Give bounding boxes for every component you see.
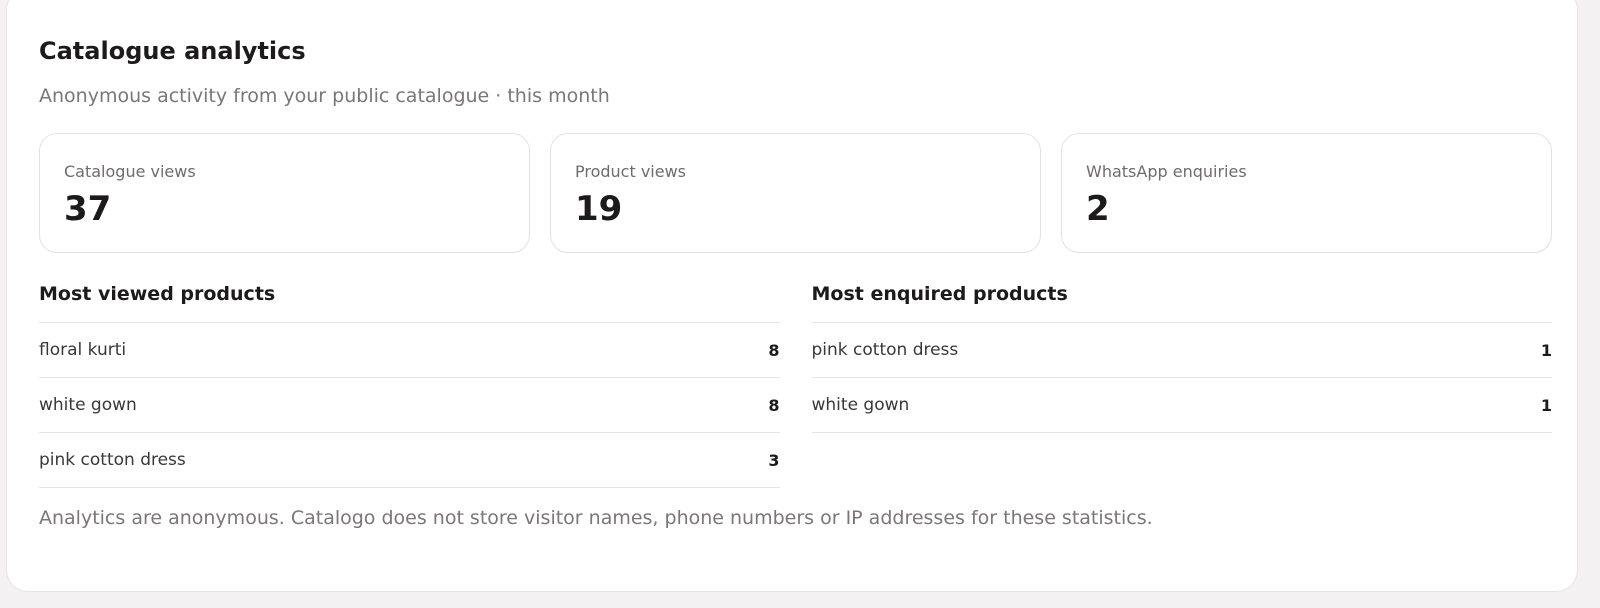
list-item: pink cotton dress 3: [39, 433, 780, 488]
product-count: 8: [768, 340, 780, 360]
stat-card-whatsapp-enquiries: WhatsApp enquiries 2: [1061, 133, 1552, 253]
list-item: floral kurti 8: [39, 323, 780, 378]
most-enquired-rows: pink cotton dress 1 white gown 1: [811, 322, 1552, 433]
stat-label: Catalogue views: [64, 162, 196, 181]
product-name: pink cotton dress: [39, 450, 186, 470]
page-subtitle: Anonymous activity from your public cata…: [39, 85, 610, 107]
product-count: 1: [1540, 340, 1552, 360]
list-item: white gown 8: [39, 378, 780, 433]
most-viewed-rows: floral kurti 8 white gown 8 pink cotton …: [39, 322, 780, 488]
stats-row: Catalogue views 37 Product views 19 What…: [39, 133, 1552, 253]
product-count: 8: [768, 395, 780, 415]
stat-card-catalogue-views: Catalogue views 37: [39, 133, 530, 253]
list-item: pink cotton dress 1: [811, 323, 1552, 378]
most-viewed-title: Most viewed products: [39, 283, 276, 305]
stat-value: 37: [64, 189, 112, 229]
product-lists: Most viewed products floral kurti 8 whit…: [39, 279, 1552, 488]
product-name: white gown: [811, 395, 910, 415]
product-name: pink cotton dress: [811, 340, 959, 360]
list-item: white gown 1: [811, 378, 1552, 433]
most-enquired-title: Most enquired products: [811, 283, 1068, 305]
stat-card-product-views: Product views 19: [550, 133, 1041, 253]
product-name: floral kurti: [39, 340, 127, 360]
most-viewed-list: Most viewed products floral kurti 8 whit…: [39, 279, 780, 488]
product-name: white gown: [39, 395, 137, 415]
stat-label: WhatsApp enquiries: [1086, 162, 1247, 181]
privacy-footnote: Analytics are anonymous. Catalogo does n…: [39, 507, 1153, 529]
product-count: 3: [768, 450, 780, 470]
stat-value: 2: [1086, 189, 1110, 229]
page-title: Catalogue analytics: [39, 37, 306, 65]
stat-label: Product views: [575, 162, 687, 181]
most-enquired-list: Most enquired products pink cotton dress…: [811, 279, 1552, 488]
analytics-card: Catalogue analytics Anonymous activity f…: [6, 0, 1578, 592]
product-count: 1: [1540, 395, 1552, 415]
stat-value: 19: [575, 189, 623, 229]
